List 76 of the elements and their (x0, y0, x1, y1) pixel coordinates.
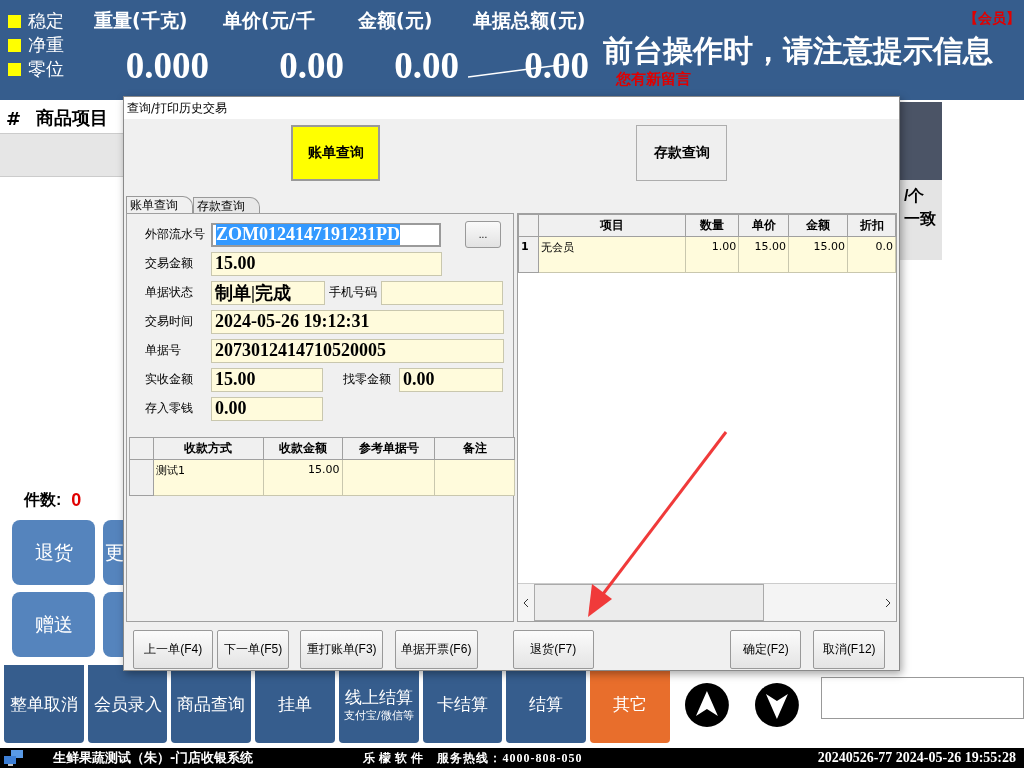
count-label: 件数: (24, 489, 62, 510)
column-header: 收款金额 (263, 437, 343, 460)
indicator-label: 稳定 (28, 10, 64, 33)
input-field[interactable] (381, 280, 503, 305)
mode-button[interactable]: 账单查询 (291, 125, 380, 181)
dialog-button[interactable]: 退货(F7) (512, 630, 594, 669)
input-field[interactable] (820, 677, 1024, 719)
browse-button[interactable]: ... (465, 221, 501, 248)
field-label: 单据号 (144, 342, 182, 359)
side-text: 一致 (904, 209, 937, 229)
action-button[interactable]: 赠送 (12, 592, 95, 657)
app-title: 生鲜果蔬测试（朱）-门店收银系统 (53, 749, 254, 767)
input-field[interactable]: 制单|完成 (211, 280, 325, 305)
field-label: 找零金额 (343, 371, 391, 388)
tab[interactable]: 账单查询 (126, 196, 193, 213)
dialog-button[interactable]: 单据开票(F6) (395, 630, 478, 669)
side-text: /个 (904, 186, 926, 206)
table-cell: 测试1 (153, 459, 264, 496)
column-header: 参考单据号 (342, 437, 435, 460)
tab[interactable]: 存款查询 (193, 197, 260, 213)
field-label: 存入零钱 (144, 400, 194, 417)
dialog-button[interactable]: 下一单(F5) (217, 630, 289, 669)
readout-label: 单价(元/千 (223, 8, 316, 33)
column-header: 收款方式 (153, 437, 264, 460)
readout-label: 单据总额(元) (473, 8, 587, 33)
readout-value: 0.00 (278, 44, 345, 87)
window-title: 查询/打印历史交易 (124, 97, 899, 119)
hotline-text: 服务热线：4000-808-050 (437, 749, 583, 767)
input-field[interactable]: 2024-05-26 19:12:31 (211, 309, 504, 334)
notice-text: 前台操作时，请注意提示信息 (603, 32, 994, 70)
horizontal-scrollbar[interactable] (518, 583, 896, 621)
input-field[interactable]: 15.00 (211, 367, 323, 392)
field-label: 手机号码 (329, 284, 377, 301)
field-label: 交易金额 (144, 255, 194, 272)
function-button[interactable]: 整单取消 (4, 665, 84, 743)
brand-name: 乐檬软件 (363, 749, 428, 767)
column-header: 折扣 (847, 214, 896, 237)
network-icon (2, 749, 26, 767)
readout-label: 金额(元) (358, 8, 434, 33)
field-label: 单据状态 (144, 284, 194, 301)
dialog-button[interactable]: 确定(F2) (729, 630, 802, 669)
mode-button[interactable]: 存款查询 (636, 125, 727, 181)
column-header: 商品项目 (35, 106, 108, 130)
field-label: 外部流水号 (144, 226, 206, 243)
date-time: 20240526-77 2024-05-26 19:55:28 (817, 750, 1016, 766)
table-cell: 1.00 (685, 236, 739, 273)
table-cell: 15.00 (788, 236, 848, 273)
column-header: 备注 (434, 437, 515, 460)
function-button[interactable]: 会员录入 (87, 665, 168, 743)
readout-label: 重量(千克) (94, 8, 189, 33)
table-cell: 0.0 (847, 236, 896, 273)
dialog-button[interactable]: 取消(F12) (813, 630, 885, 669)
member-tag: 【会员】 (964, 10, 1020, 28)
field-label: 实收金额 (144, 371, 194, 388)
input-field[interactable]: 0.00 (211, 396, 323, 421)
count-value: 0 (71, 489, 82, 511)
field-label: 交易时间 (144, 313, 194, 330)
table-cell: 无会员 (538, 236, 686, 273)
indicator-label: 净重 (28, 34, 64, 57)
input-field[interactable]: 0.00 (399, 367, 503, 392)
column-header: 单价 (738, 214, 789, 237)
column-header: 金额 (788, 214, 848, 237)
dialog-button[interactable]: 重打账单(F3) (299, 630, 384, 669)
table-cell: 15.00 (263, 459, 343, 496)
row-number: 1 (518, 236, 539, 273)
column-header: 项目 (538, 214, 686, 237)
input-field[interactable]: 2073012414710520005 (211, 338, 504, 363)
column-header: # (5, 107, 23, 129)
dialog-button[interactable]: 上一单(F4) (133, 630, 214, 669)
table-cell: 15.00 (738, 236, 789, 273)
indicator-label: 零位 (28, 58, 64, 81)
action-button[interactable]: 退货 (12, 520, 95, 585)
readout-value: 0.00 (393, 44, 460, 87)
readout-value: 0.000 (124, 44, 210, 87)
input-field[interactable]: 15.00 (211, 251, 442, 276)
column-header: 数量 (685, 214, 739, 237)
